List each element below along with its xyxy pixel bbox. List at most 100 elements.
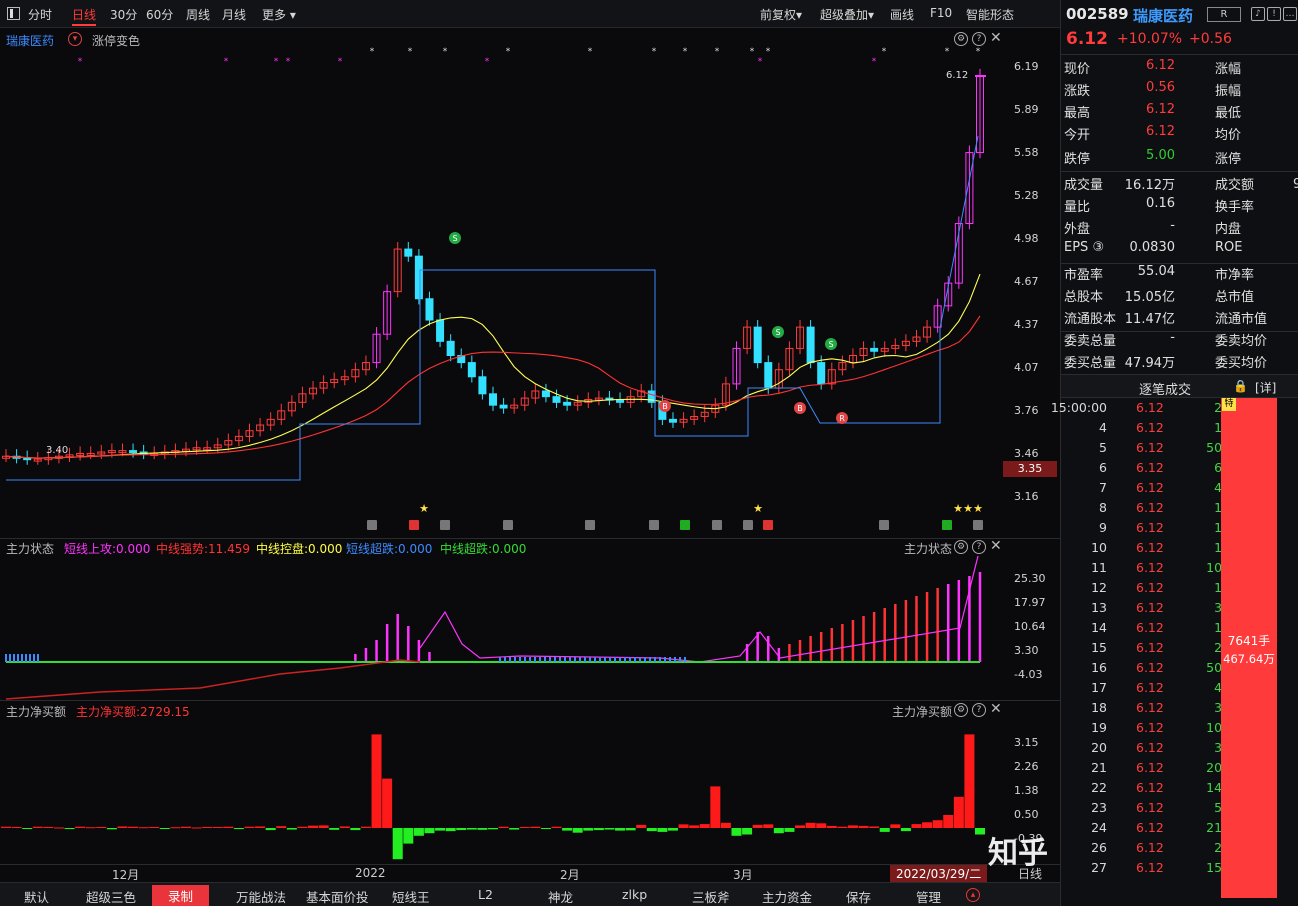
help-icon[interactable]: ? — [972, 32, 986, 46]
quote-value: 0.56 — [1146, 80, 1175, 95]
tab-monthly[interactable]: 月线 — [222, 6, 246, 23]
tick-price: 6.12 — [1136, 840, 1164, 855]
last-price: 6.12 — [1066, 29, 1108, 49]
star-marker: * — [274, 57, 279, 67]
settings-icon[interactable]: ⚙ — [954, 32, 968, 46]
quote-row: 委卖总量 - 委卖均价 — [1061, 330, 1298, 352]
tick-time: 23 — [1091, 800, 1107, 815]
tab-default[interactable]: 默认 — [24, 887, 49, 906]
kline-chart[interactable]: * * * * ** * *** * * * * ***** * *SSSB BR★ ★ ★ ★ ★ — [0, 28, 1060, 864]
overlay-label: 涨停变色 — [92, 34, 141, 48]
tab-weekly[interactable]: 周线 — [186, 6, 210, 23]
ind2-bar — [413, 828, 424, 836]
price-tick: 5.58 — [1014, 146, 1039, 159]
quote-key2: 换手率 — [1215, 200, 1255, 215]
adjust-menu[interactable]: 前复权▾ — [760, 6, 802, 23]
ind2-bar — [784, 828, 795, 832]
tab-60min[interactable]: 60分 — [146, 6, 173, 23]
ind2-bar — [975, 828, 985, 835]
tab-record[interactable]: 录制 — [152, 885, 210, 906]
tab-l2[interactable]: L2 — [478, 887, 493, 902]
overlay-menu[interactable]: 超级叠加▾ — [820, 6, 874, 23]
star-marker: * — [872, 57, 877, 67]
rating-badge[interactable]: R — [1207, 7, 1241, 22]
settings-icon[interactable]: ⚙ — [954, 703, 968, 717]
close-icon[interactable]: ✕ — [990, 701, 1002, 717]
quote-row: 今开 6.12 均价 — [1061, 124, 1298, 146]
price-tick: 4.37 — [1014, 318, 1039, 331]
quote-key: 委卖总量 — [1064, 334, 1117, 349]
close-icon[interactable]: ✕ — [990, 30, 1002, 46]
chat-icon[interactable]: … — [1283, 7, 1297, 21]
ind2-bar — [879, 828, 890, 832]
tab-main-funds[interactable]: 主力资金 — [762, 887, 812, 906]
tab-shenlong[interactable]: 神龙 — [548, 887, 573, 906]
star-marker: * — [976, 47, 981, 57]
draw-line-button[interactable]: 画线 — [890, 6, 914, 23]
f10-button[interactable]: F10 — [930, 6, 952, 20]
ind2-bar — [498, 826, 509, 828]
close-icon[interactable]: ✕ — [990, 538, 1002, 554]
ind2-tick: 3.15 — [1014, 736, 1039, 749]
ind2-bar — [360, 826, 371, 828]
tab-more[interactable]: 更多 ▾ — [262, 6, 296, 23]
tab-universal[interactable]: 万能战法 — [236, 887, 286, 906]
ind2-bar — [276, 826, 287, 828]
tab-zlkp[interactable]: zlkp — [622, 887, 647, 902]
ind1-tick: 3.30 — [1014, 644, 1039, 657]
ind2-bar — [572, 828, 583, 833]
pattern-button[interactable]: 智能形态 — [966, 6, 1014, 23]
tab-timeshare[interactable]: 分时 — [28, 6, 52, 23]
ticks-detail-link[interactable]: [详] — [1255, 379, 1276, 396]
tab-sanbanfu[interactable]: 三板斧 — [692, 887, 730, 906]
ind2-bar — [551, 826, 562, 828]
help-icon[interactable]: ? — [972, 703, 986, 717]
overflow-value: 9 — [1293, 177, 1298, 192]
quote-value: 47.94万 — [1124, 356, 1175, 371]
signal-badge-text: B — [662, 402, 668, 411]
quote-key2: 涨停 — [1215, 152, 1242, 167]
tab-super-3color[interactable]: 超级三色 — [86, 887, 136, 906]
star-marker: * — [758, 57, 763, 67]
candle-body — [541, 390, 550, 398]
candle-body — [668, 418, 677, 423]
tick-time: 4 — [1099, 420, 1107, 435]
ind2-bar — [519, 826, 530, 828]
tab-shortline[interactable]: 短线王 — [392, 887, 430, 906]
ind2-bar — [233, 828, 244, 830]
lock-icon[interactable]: 🔒 — [1233, 379, 1248, 393]
quote-value: 15.05亿 — [1124, 290, 1175, 305]
tab-30min[interactable]: 30分 — [110, 6, 137, 23]
signal-box — [503, 520, 513, 530]
signal-box — [649, 520, 659, 530]
alert-icon[interactable]: ! — [1267, 7, 1281, 21]
candle-body — [489, 393, 497, 406]
settings-icon[interactable]: ⚙ — [954, 540, 968, 554]
quote-row: 委买总量 47.94万 委买均价 — [1061, 352, 1298, 374]
quote-key2: 市净率 — [1215, 268, 1255, 283]
ind2-bar — [11, 826, 22, 828]
quote-value: - — [1170, 218, 1175, 233]
tab-save[interactable]: 保存 — [846, 887, 871, 906]
help-icon[interactable]: ? — [972, 540, 986, 554]
ind2-bar — [64, 828, 75, 830]
tab-daily[interactable]: 日线 — [72, 6, 97, 26]
ind2-bar — [180, 826, 191, 828]
panel-separator — [0, 700, 1060, 701]
tab-manage[interactable]: 管理 — [916, 887, 941, 906]
price-tick: 5.89 — [1014, 103, 1039, 116]
ind1-tick: 10.64 — [1014, 620, 1046, 633]
price-tick: 5.28 — [1014, 189, 1039, 202]
dropdown-icon[interactable]: ▾ — [68, 32, 82, 46]
signal-badge-text: B — [797, 404, 803, 413]
tab-fundamental[interactable]: 基本面价投 — [306, 887, 369, 906]
collapse-icon[interactable]: ▴ — [966, 888, 980, 902]
quote-key: EPS ③ — [1064, 240, 1105, 255]
bell-icon[interactable]: ♪ — [1251, 7, 1265, 21]
candle-body — [404, 248, 413, 257]
indicator2-title: 主力净买额 — [6, 705, 67, 719]
ind2-bar — [371, 734, 382, 828]
window-layout-icon[interactable] — [7, 7, 20, 20]
ind2-bar — [932, 820, 943, 828]
tick-price: 6.12 — [1136, 540, 1164, 555]
